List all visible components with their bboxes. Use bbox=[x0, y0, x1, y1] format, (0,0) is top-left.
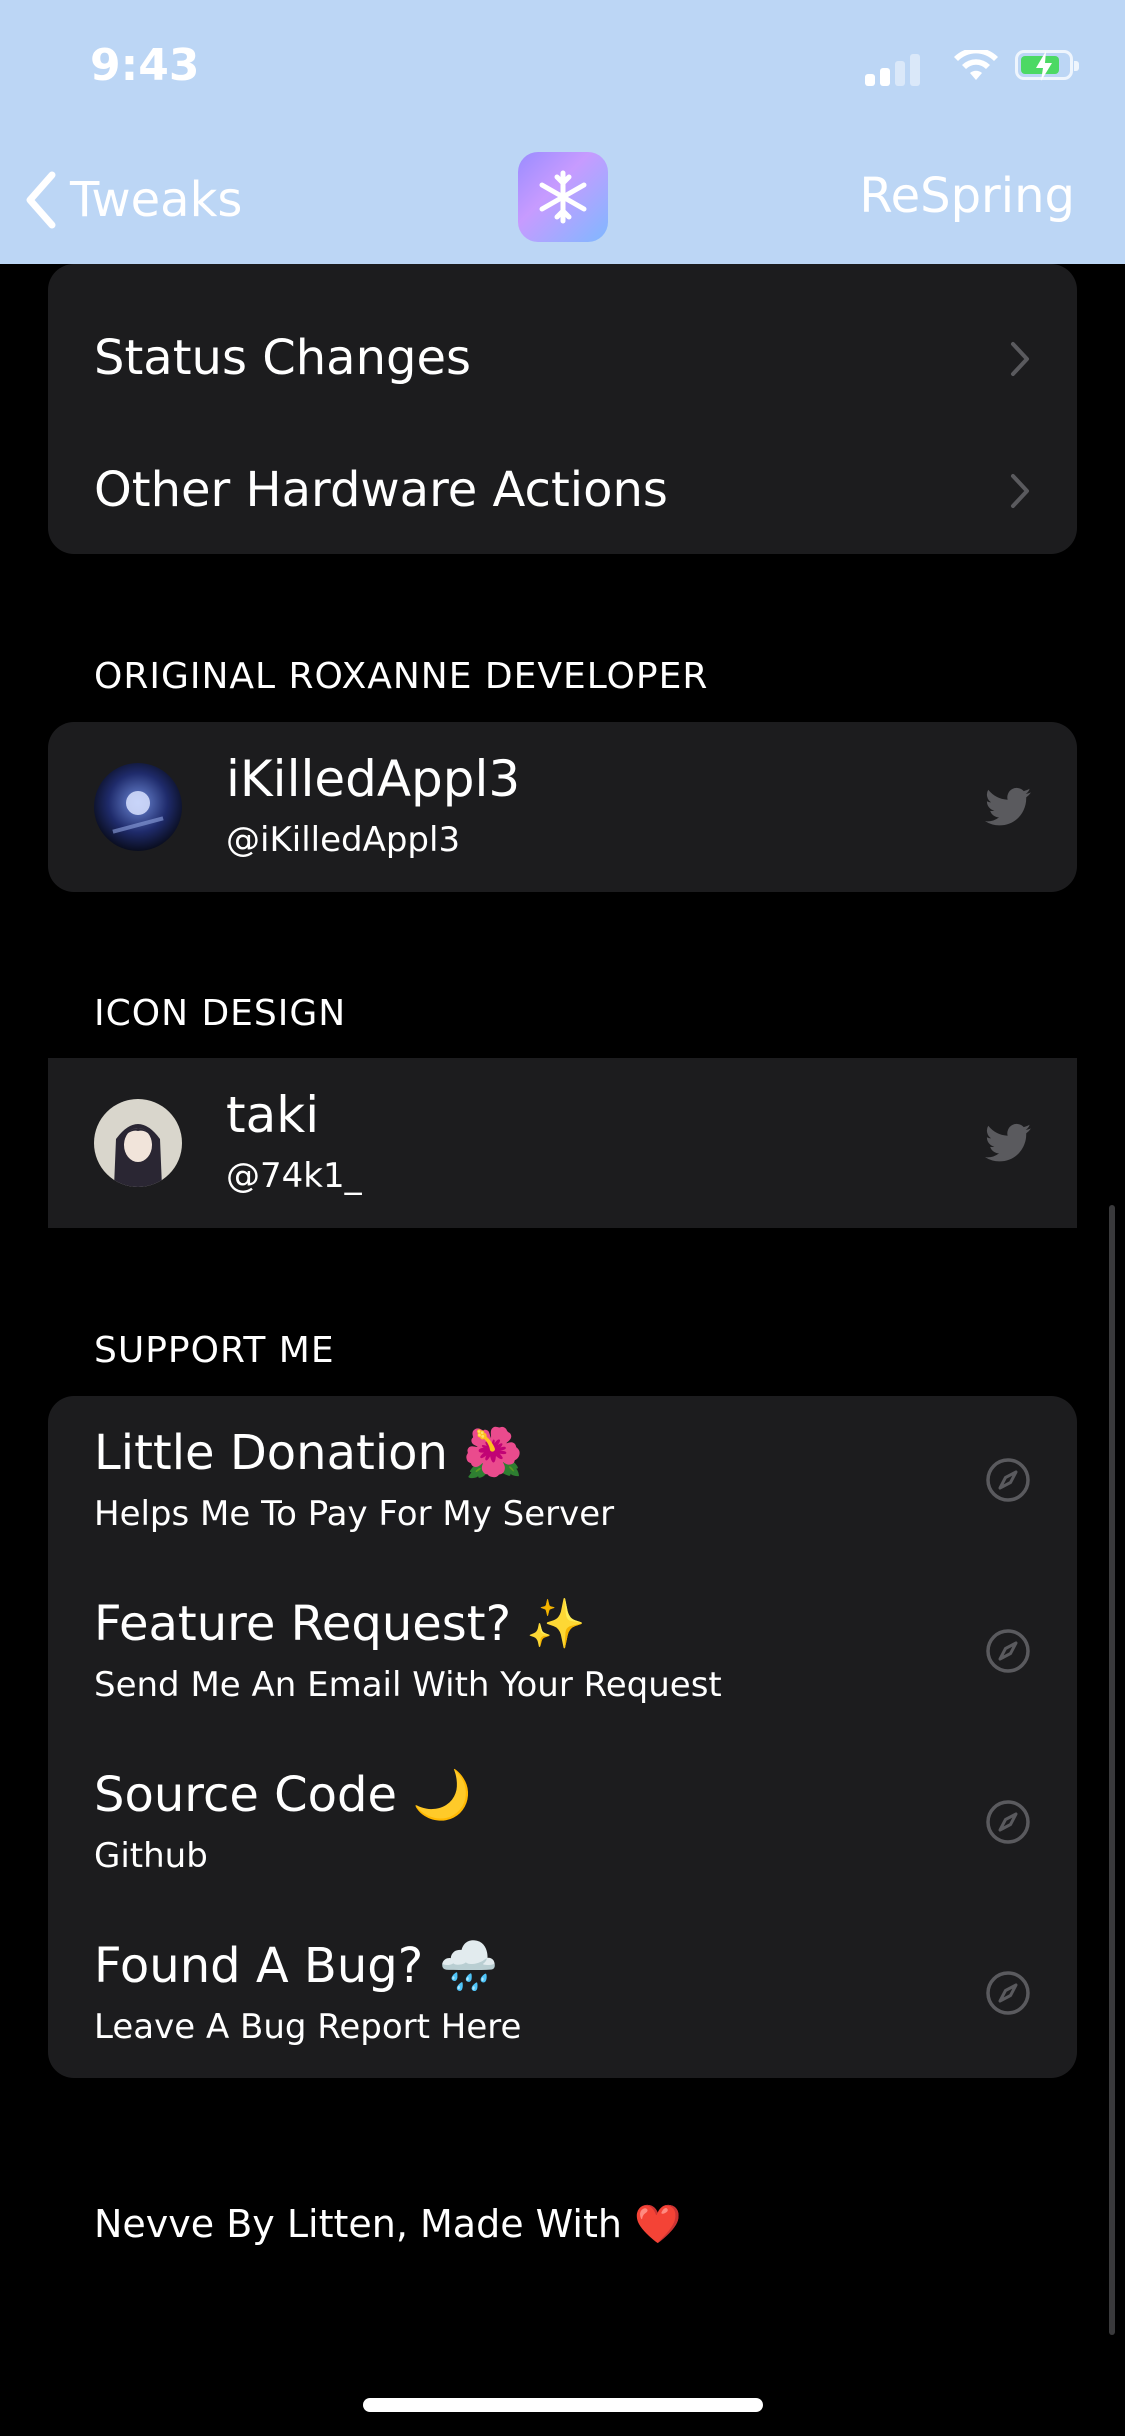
row-title: Source Code 🌙 bbox=[94, 1767, 473, 1823]
feature-request-row[interactable]: Feature Request? ✨ Send Me An Email With… bbox=[48, 1567, 1077, 1738]
footer-credit: Nevve By Litten, Made With ❤️ bbox=[94, 2202, 682, 2246]
row-label: Other Hardware Actions bbox=[94, 462, 668, 518]
icon-designer-row[interactable]: taki @74k1_ bbox=[48, 1058, 1077, 1228]
respring-button[interactable]: ReSpring bbox=[859, 168, 1075, 224]
found-a-bug-row[interactable]: Found A Bug? 🌧️ Leave A Bug Report Here bbox=[48, 1909, 1077, 2078]
compass-icon bbox=[986, 1971, 1030, 2015]
wifi-icon bbox=[954, 50, 998, 80]
developer-name: iKilledAppl3 bbox=[226, 750, 521, 808]
developer-handle: @iKilledAppl3 bbox=[226, 820, 461, 860]
row-subtitle: Github bbox=[94, 1836, 208, 1876]
row-subtitle: Helps Me To Pay For My Server bbox=[94, 1494, 615, 1534]
snowflake-icon bbox=[539, 170, 587, 224]
row-title: Little Donation 🌺 bbox=[94, 1425, 523, 1481]
back-label: Tweaks bbox=[70, 172, 243, 228]
home-indicator[interactable] bbox=[363, 2398, 763, 2412]
avatar bbox=[94, 763, 182, 851]
status-changes-row[interactable]: Status Changes bbox=[48, 264, 1077, 404]
twitter-icon bbox=[985, 787, 1031, 826]
designer-handle: @74k1_ bbox=[226, 1156, 362, 1196]
row-subtitle: Send Me An Email With Your Request bbox=[94, 1665, 722, 1705]
status-time: 9:43 bbox=[90, 40, 200, 91]
chevron-right-icon bbox=[1011, 474, 1029, 508]
section-header-icon-design: ICON DESIGN bbox=[94, 993, 347, 1034]
little-donation-row[interactable]: Little Donation 🌺 Helps Me To Pay For My… bbox=[48, 1396, 1077, 1567]
section-header-developer: ORIGINAL ROXANNE DEVELOPER bbox=[94, 656, 709, 697]
avatar bbox=[94, 1099, 182, 1187]
chevron-left-icon bbox=[26, 171, 56, 229]
scrollbar[interactable] bbox=[1109, 1205, 1115, 2335]
compass-icon bbox=[986, 1629, 1030, 1673]
back-button[interactable]: Tweaks bbox=[24, 165, 242, 235]
developer-row[interactable]: iKilledAppl3 @iKilledAppl3 bbox=[48, 722, 1077, 892]
source-code-row[interactable]: Source Code 🌙 Github bbox=[48, 1738, 1077, 1909]
compass-icon bbox=[986, 1458, 1030, 1502]
battery-icon bbox=[1015, 50, 1079, 81]
cellular-signal-icon bbox=[865, 52, 925, 86]
row-title: Feature Request? ✨ bbox=[94, 1596, 587, 1652]
options-group: Status Changes Other Hardware Actions bbox=[48, 264, 1077, 554]
twitter-icon bbox=[985, 1123, 1031, 1162]
section-header-support: SUPPORT ME bbox=[94, 1330, 335, 1371]
status-icons bbox=[865, 50, 1085, 90]
other-hardware-actions-row[interactable]: Other Hardware Actions bbox=[48, 404, 1077, 554]
row-label: Status Changes bbox=[94, 330, 471, 386]
row-subtitle: Leave A Bug Report Here bbox=[94, 2007, 522, 2047]
chevron-right-icon bbox=[1011, 342, 1029, 376]
app-icon[interactable] bbox=[518, 152, 608, 242]
navigation-header: 9:43 Tweaks ReSpring bbox=[0, 0, 1125, 264]
row-title: Found A Bug? 🌧️ bbox=[94, 1938, 499, 1994]
support-group: Little Donation 🌺 Helps Me To Pay For My… bbox=[48, 1396, 1077, 2078]
compass-icon bbox=[986, 1800, 1030, 1844]
designer-name: taki bbox=[226, 1086, 320, 1144]
